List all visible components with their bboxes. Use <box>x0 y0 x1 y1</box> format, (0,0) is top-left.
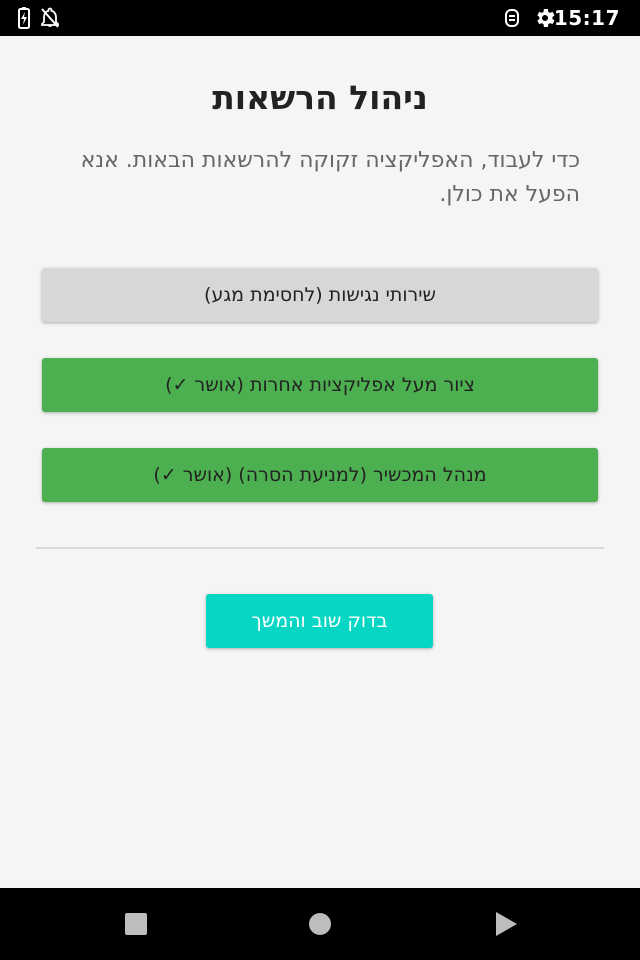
page-description: כדי לעבוד, האפליקציה זקוקה להרשאות הבאות… <box>80 148 580 207</box>
accessibility-permission-button[interactable]: שירותי נגישות (לחסימת מגע) <box>42 268 598 322</box>
notifications-off-icon <box>41 7 59 28</box>
status-bar: 15:17 <box>0 0 640 36</box>
battery-charging-icon <box>18 7 30 29</box>
recents-square-icon[interactable] <box>125 913 147 935</box>
back-triangle-icon[interactable] <box>496 912 517 936</box>
navigation-bar <box>0 888 640 960</box>
overlay-permission-button[interactable]: ציור מעל אפליקציות אחרות (אושר ✓) <box>42 358 598 412</box>
clock: 15:17 <box>553 6 620 30</box>
device-admin-permission-button[interactable]: מנהל המכשיר (למניעת הסרה) (אושר ✓) <box>42 448 598 502</box>
page-title: ניהול הרשאות <box>212 78 428 117</box>
screen: 15:17 ניהול הרשאות כדי לעבוד, האפליקציה … <box>0 0 640 960</box>
check-again-continue-button[interactable]: בדוק שוב והמשך <box>206 594 433 648</box>
home-circle-icon[interactable] <box>309 913 331 935</box>
permissions-screen: ניהול הרשאות כדי לעבוד, האפליקציה זקוקה … <box>0 36 640 888</box>
sync-icon <box>505 9 519 27</box>
divider <box>36 547 604 549</box>
